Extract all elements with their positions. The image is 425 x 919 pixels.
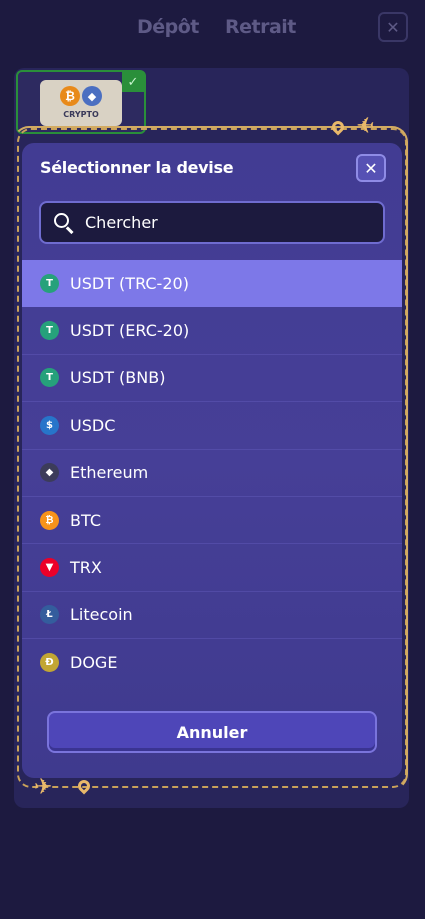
- modal-title: Sélectionner la devise: [40, 158, 234, 177]
- currency-label: TRX: [70, 558, 102, 578]
- page-close-button[interactable]: ✕: [378, 12, 408, 42]
- airplane-icon: ✈: [34, 775, 53, 800]
- currency-item-usdt-bnb[interactable]: T USDT (BNB): [22, 355, 402, 403]
- checkmark-icon: ✓: [122, 72, 144, 92]
- currency-label: DOGE: [70, 653, 118, 673]
- currency-label: USDT (TRC-20): [70, 274, 189, 294]
- crypto-logo: ₿ ◆ CRYPTO: [40, 80, 122, 126]
- tether-icon: T: [40, 368, 59, 388]
- currency-label: USDT (BNB): [70, 368, 166, 388]
- search-input[interactable]: [85, 213, 365, 232]
- ethereum-icon: ◆: [40, 463, 59, 483]
- tab-deposit[interactable]: Dépôt: [137, 16, 199, 38]
- tether-icon: T: [40, 321, 59, 341]
- search-icon: [53, 212, 75, 234]
- currency-item-doge[interactable]: Ð DOGE: [22, 639, 402, 686]
- litecoin-icon: Ł: [40, 605, 59, 625]
- ethereum-icon: ◆: [82, 86, 102, 106]
- airplane-icon: ✈: [356, 114, 375, 139]
- cancel-button[interactable]: Annuler: [47, 711, 377, 753]
- tab-bar: Dépôt Retrait: [0, 16, 425, 44]
- bitcoin-icon: ₿: [40, 510, 59, 530]
- currency-item-trx[interactable]: ▼ TRX: [22, 544, 402, 592]
- tab-withdraw[interactable]: Retrait: [225, 16, 296, 38]
- dogecoin-icon: Ð: [40, 653, 59, 673]
- currency-label: Litecoin: [70, 605, 133, 625]
- currency-list: T USDT (TRC-20) T USDT (ERC-20) T USDT (…: [22, 260, 402, 687]
- currency-label: USDT (ERC-20): [70, 321, 190, 341]
- currency-label: Ethereum: [70, 463, 149, 483]
- modal-close-button[interactable]: ✕: [356, 154, 386, 182]
- currency-item-ethereum[interactable]: ◆ Ethereum: [22, 450, 402, 497]
- close-icon: ✕: [386, 17, 400, 37]
- tron-icon: ▼: [40, 558, 59, 578]
- currency-item-usdt-trc20[interactable]: T USDT (TRC-20): [22, 260, 402, 308]
- currency-item-litecoin[interactable]: Ł Litecoin: [22, 592, 402, 640]
- crypto-card-label: CRYPTO: [63, 110, 99, 119]
- usdc-icon: $: [40, 415, 59, 435]
- bitcoin-icon: ₿: [60, 86, 80, 106]
- currency-item-btc[interactable]: ₿ BTC: [22, 497, 402, 545]
- tether-icon: T: [40, 274, 59, 294]
- currency-item-usdc[interactable]: $ USDC: [22, 402, 402, 450]
- currency-label: USDC: [70, 415, 116, 435]
- payment-method-crypto-card[interactable]: ₿ ◆ CRYPTO ✓: [16, 70, 146, 134]
- currency-item-usdt-erc20[interactable]: T USDT (ERC-20): [22, 307, 402, 355]
- currency-label: BTC: [70, 510, 101, 530]
- currency-select-modal: Sélectionner la devise ✕ T USDT (TRC-20)…: [22, 143, 402, 778]
- search-box[interactable]: [39, 201, 385, 244]
- close-icon: ✕: [364, 158, 378, 178]
